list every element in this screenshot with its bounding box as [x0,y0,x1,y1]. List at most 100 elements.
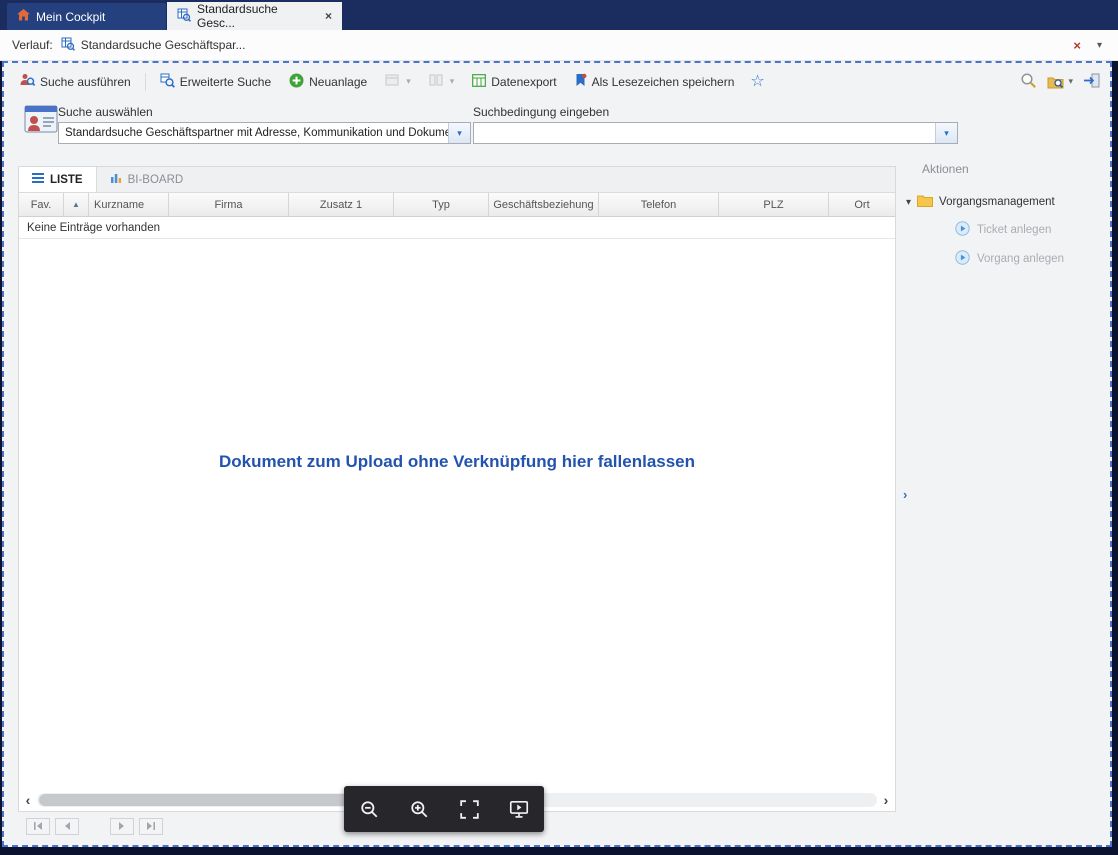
zoom-in-button[interactable] [404,794,434,824]
data-export-label: Datenexport [491,75,556,89]
actions-panel-title: Aktionen [922,162,969,176]
tab-label: Standardsuche Gesc... [197,2,319,30]
search-select-combobox[interactable]: Standardsuche Geschäftspartner mit Adres… [58,122,471,144]
page-last-button[interactable] [139,818,163,835]
tab-standardsuche[interactable]: Standardsuche Gesc... × [167,2,342,30]
tab-label: Mein Cockpit [36,10,105,24]
new-record-button[interactable]: Neuanlage [281,69,375,95]
bookmark-icon [575,73,587,90]
bar-chart-icon [110,172,122,187]
column-header-sort[interactable]: ▲ [64,193,89,216]
zoom-out-button[interactable] [354,794,384,824]
tree-expanded-icon[interactable]: ▾ [906,197,911,208]
tab-bi-board[interactable]: BI-BOARD [97,167,197,192]
column-header-plz[interactable]: PLZ [719,193,829,216]
sort-asc-icon: ▲ [72,200,80,209]
list-icon [32,173,44,186]
play-circle-icon [955,221,970,239]
tab-liste[interactable]: LISTE [19,167,97,192]
business-partner-card-icon [24,105,58,140]
tab-liste-label: LISTE [50,174,83,186]
column-header-fav[interactable]: Fav. [19,193,64,216]
search-condition-label: Suchbedingung eingeben [473,105,609,119]
save-bookmark-label: Als Lesezeichen speichern [592,75,735,89]
caret-down-icon: ▾ [457,128,462,139]
scroll-right-icon[interactable]: › [879,793,893,807]
document-drop-zone[interactable]: Dokument zum Upload ohne Verknüpfung hie… [19,241,895,787]
search-condition-combobox: ▾ [473,122,958,144]
columns-icon [429,74,443,89]
column-header-geschaeftsbeziehung[interactable]: Geschäftsbeziehung [489,193,599,216]
form-icon [385,74,399,89]
folder-icon [917,194,933,210]
action-item-vorgang-anlegen[interactable]: Vorgang anlegen [955,250,1064,268]
export-table-icon [472,74,486,90]
view-tab-strip: LISTE BI-BOARD [19,167,895,193]
tab-bi-board-label: BI-BOARD [128,174,184,186]
caret-down-icon: ▾ [450,76,455,87]
tab-close-icon[interactable]: × [325,10,332,22]
zoom-toolbar [344,786,544,832]
caret-down-icon: ▾ [1068,76,1073,87]
page-next-button[interactable] [110,818,134,835]
column-header-kurzname[interactable]: Kurzname [89,193,169,216]
combo-arrow-button[interactable]: ▾ [935,123,957,143]
plus-circle-icon [289,73,304,91]
tab-mein-cockpit[interactable]: Mein Cockpit [7,3,166,30]
drop-zone-message: Dokument zum Upload ohne Verknüpfung hie… [219,452,695,472]
history-label: Verlauf: [12,38,53,52]
search-condition-input[interactable] [474,123,935,143]
action-group-label: Vorgangsmanagement [939,196,1055,208]
column-header-typ[interactable]: Typ [394,193,489,216]
column-header-ort[interactable]: Ort [829,193,895,216]
search-select-label: Suche auswählen [58,105,153,119]
run-search-label: Suche ausführen [40,75,131,89]
scroll-left-icon[interactable]: ‹ [21,793,35,807]
new-record-label: Neuanlage [309,75,367,89]
history-dropdown-icon[interactable]: ▾ [1097,40,1102,51]
presentation-mode-button[interactable] [504,794,534,824]
home-icon [17,9,30,24]
advanced-search-button[interactable]: Erweiterte Suche [152,69,279,95]
advanced-search-label: Erweiterte Suche [180,75,271,89]
history-entry[interactable]: Standardsuche Geschäftspar... [61,37,246,54]
toolbar-separator [145,73,146,91]
history-bar: Verlauf: Standardsuche Geschäftspar... ×… [0,30,1118,61]
detach-window-icon[interactable] [1083,73,1100,91]
grid-header-row: Fav. ▲ Kurzname Firma Zusatz 1 Typ Gesch… [19,193,895,217]
folder-search-dropdown-button[interactable]: ▾ [1047,75,1073,89]
save-bookmark-button[interactable]: Als Lesezeichen speichern [567,69,743,94]
run-search-button[interactable]: Suche ausführen [12,69,139,94]
action-group-vorgangsmanagement[interactable]: ▾ Vorgangsmanagement [906,194,1055,210]
favorite-star-icon[interactable]: ☆ [750,74,764,90]
result-list-panel: LISTE BI-BOARD Fav. ▲ Kurzname Firma Zus… [18,166,896,812]
quick-search-icon[interactable] [1020,72,1037,92]
column-header-telefon[interactable]: Telefon [599,193,719,216]
magnifier-table-icon [160,73,175,91]
person-search-icon [20,73,35,90]
action-item-label: Ticket anlegen [977,224,1051,236]
main-toolbar: Suche ausführen Erweiterte Suche Neuanla… [6,65,1108,98]
edit-record-dropdown-button[interactable]: ▾ [377,70,419,93]
fullscreen-button[interactable] [454,794,484,824]
column-header-firma[interactable]: Firma [169,193,289,216]
caret-down-icon: ▾ [406,76,411,87]
history-entry-label: Standardsuche Geschäftspar... [81,38,246,52]
empty-result-row: Keine Einträge vorhanden [19,217,895,239]
view-options-dropdown-button[interactable]: ▾ [421,70,463,93]
caret-down-icon: ▾ [944,128,949,139]
page-first-button[interactable] [26,818,50,835]
search-table-icon [177,8,191,25]
column-header-zusatz1[interactable]: Zusatz 1 [289,193,394,216]
data-export-button[interactable]: Datenexport [464,70,564,94]
panel-collapse-chevron-icon[interactable]: › [903,487,907,502]
history-close-icon[interactable]: × [1073,38,1081,53]
window-tab-bar: Mein Cockpit Standardsuche Gesc... × [0,0,1118,30]
search-table-icon [61,37,75,54]
combo-arrow-button[interactable]: ▾ [448,123,470,143]
scrollbar-thumb[interactable] [39,794,349,806]
search-select-value: Standardsuche Geschäftspartner mit Adres… [59,127,448,139]
page-previous-button[interactable] [55,818,79,835]
play-circle-icon [955,250,970,268]
action-item-ticket-anlegen[interactable]: Ticket anlegen [955,221,1051,239]
